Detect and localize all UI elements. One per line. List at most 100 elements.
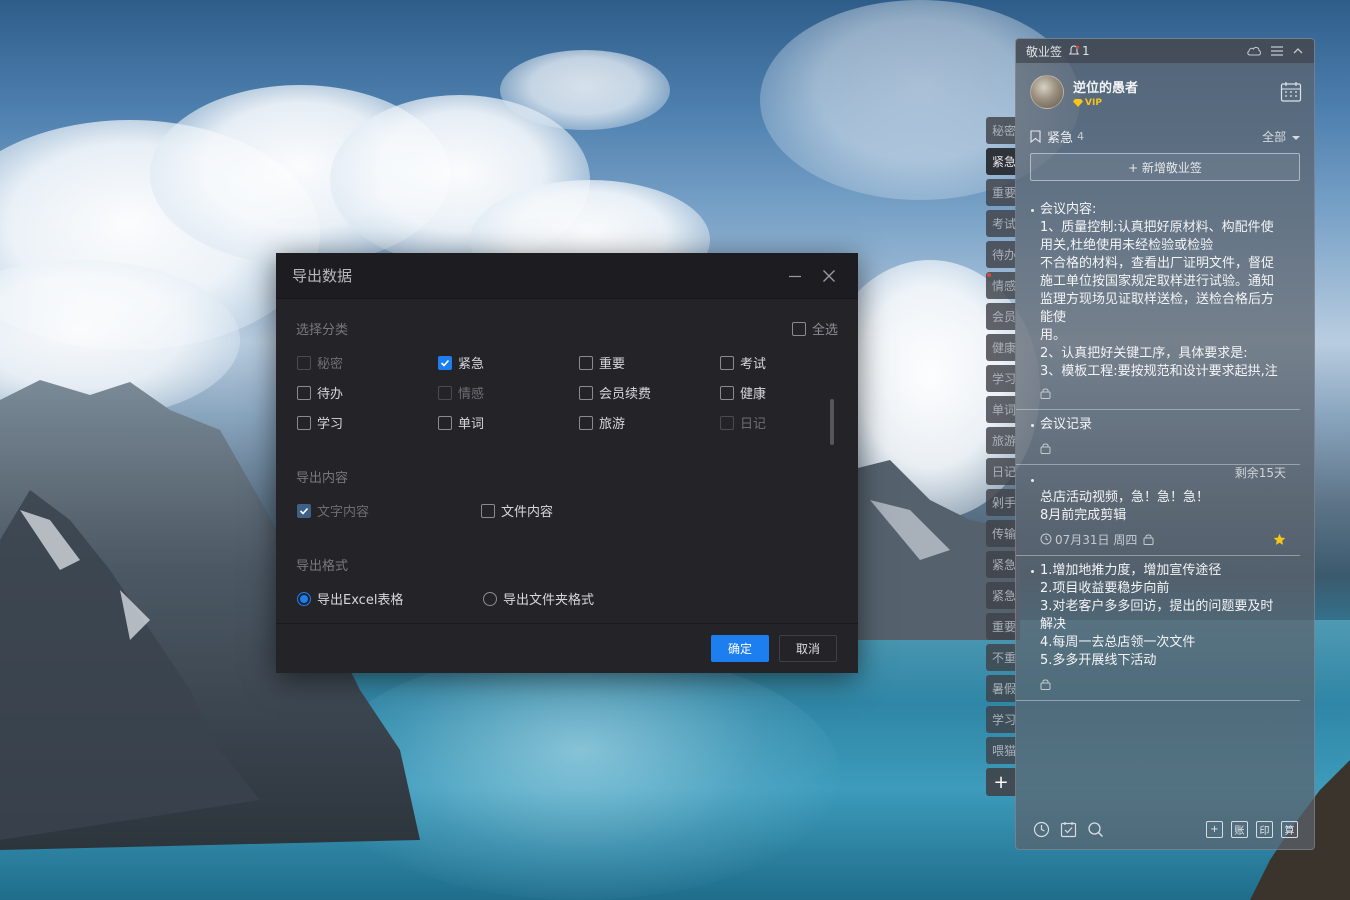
add-note-button[interactable]: + 新增敬业签 [1030, 153, 1300, 181]
checkbox-box[interactable] [720, 385, 734, 400]
tool-button-1[interactable]: 印 [1256, 820, 1273, 838]
side-tab-9[interactable]: 单词 [986, 396, 1016, 423]
radio-circle[interactable] [483, 591, 497, 606]
side-tab-17[interactable]: 不重 [986, 644, 1016, 671]
note-text: 1.增加地推力度，增加宣传途径 2.项目收益要稳步向前 3.对老客户多多回访，提… [1040, 563, 1274, 668]
side-tab-7[interactable]: 健康 [986, 334, 1016, 361]
checkbox-box[interactable] [297, 415, 311, 430]
note-item[interactable]: 会议记录 [1016, 410, 1300, 465]
side-tab-label: 紧急 [992, 589, 1016, 603]
reminder-date: 07月31日 周四 [1055, 532, 1138, 547]
checkbox-box[interactable] [792, 321, 806, 336]
category-checkbox-6[interactable]: 会员续费 [579, 383, 651, 402]
category-checkbox-11: 日记 [720, 413, 766, 432]
bookmark-icon [1030, 130, 1041, 143]
note-meta [1040, 385, 1286, 401]
side-tab-1[interactable]: 紧急 [986, 148, 1016, 175]
lock-icon[interactable] [1143, 533, 1154, 545]
side-tab-13[interactable]: 传输 [986, 520, 1016, 547]
checkbox-label: 学习 [317, 417, 344, 432]
note-meta [1040, 440, 1286, 456]
lock-icon[interactable] [1040, 442, 1051, 454]
side-tab-label: 学习 [992, 713, 1016, 727]
note-meta: 07月31日 周四 [1040, 531, 1286, 547]
tool-button-2[interactable]: 算 [1281, 820, 1298, 838]
radio-circle[interactable] [297, 591, 311, 606]
confirm-button[interactable]: 确定 [711, 635, 769, 662]
side-tab-2[interactable]: 重要 [986, 179, 1016, 206]
filter-dropdown[interactable]: 全部 [1262, 128, 1300, 145]
category-checkbox-7[interactable]: 健康 [720, 383, 766, 402]
side-tab-label: 日记 [992, 465, 1016, 479]
minimize-icon[interactable] [782, 263, 808, 289]
side-tab-0[interactable]: 秘密 [986, 117, 1016, 144]
radio-label: 导出文件夹格式 [503, 593, 595, 608]
checkbox-box[interactable] [438, 355, 452, 370]
checkbox-label: 文字内容 [317, 505, 370, 520]
side-tab-11[interactable]: 日记 [986, 458, 1016, 485]
close-icon[interactable] [816, 263, 842, 289]
side-tab-20[interactable]: 喂猫 [986, 737, 1016, 764]
panel-toolbar: + 账印算 [1016, 809, 1314, 849]
bell-icon[interactable] [1068, 45, 1080, 57]
format-section-label: 导出格式 [296, 559, 349, 574]
lock-icon[interactable] [1040, 387, 1051, 399]
side-tab-15[interactable]: 紧急 [986, 582, 1016, 609]
export-data-dialog: 导出数据 选择分类 全选 秘密 紧急 重要 考试 待办 情感 会员续费 健康 学习 单词 旅游 日记 … [276, 253, 858, 673]
checkbox-box[interactable] [481, 503, 495, 518]
clock-icon [1040, 533, 1052, 545]
side-tab-3[interactable]: 考试 [986, 210, 1016, 237]
category-checkbox-3[interactable]: 考试 [720, 353, 766, 372]
add-category-button[interactable]: + [986, 768, 1016, 796]
select-all-checkbox[interactable]: 全选 [792, 319, 838, 338]
checkbox-box[interactable] [579, 355, 593, 370]
category-checkbox-10[interactable]: 旅游 [579, 413, 625, 432]
search-icon[interactable] [1086, 820, 1104, 838]
star-icon[interactable] [1273, 533, 1286, 546]
side-tab-16[interactable]: 重要 [986, 613, 1016, 640]
note-item[interactable]: 剩余15天 总店活动视频，急！急！急！ 8月前完成剪辑 07月31日 周四 [1016, 465, 1300, 556]
side-tab-8[interactable]: 学习 [986, 365, 1016, 392]
add-icon[interactable]: + [1206, 820, 1223, 838]
side-tab-19[interactable]: 学习 [986, 706, 1016, 733]
checkbox-box[interactable] [438, 415, 452, 430]
task-icon[interactable] [1059, 820, 1077, 838]
clock-icon[interactable] [1032, 820, 1050, 838]
note-item[interactable]: 会议内容: 1、质量控制:认真把好原材料、构配件使用关,杜绝使用未经检验或检验 … [1016, 195, 1300, 410]
tool-button-0[interactable]: 账 [1231, 820, 1248, 838]
note-text: 会议内容: 1、质量控制:认真把好原材料、构配件使用关,杜绝使用未经检验或检验 … [1040, 202, 1278, 379]
avatar[interactable] [1030, 75, 1064, 109]
menu-icon[interactable] [1270, 45, 1284, 57]
lock-icon[interactable] [1040, 678, 1051, 690]
collapse-icon[interactable] [1292, 45, 1304, 57]
dialog-footer: 确定 取消 [276, 623, 858, 673]
checkbox-box[interactable] [297, 385, 311, 400]
side-tab-6[interactable]: 会员 [986, 303, 1016, 330]
side-tab-5[interactable]: 情感 [986, 272, 1016, 299]
format-radio-1[interactable]: 导出文件夹格式 [483, 589, 594, 608]
side-tab-12[interactable]: 剁手 [986, 489, 1016, 516]
checkbox-box[interactable] [579, 415, 593, 430]
cancel-button[interactable]: 取消 [779, 635, 837, 662]
side-tab-18[interactable]: 暑假 [986, 675, 1016, 702]
side-tab-14[interactable]: 紧急 [986, 551, 1016, 578]
vip-badge: VIP [1073, 98, 1280, 108]
side-tab-label: 重要 [992, 620, 1016, 634]
category-checkbox-9[interactable]: 单词 [438, 413, 484, 432]
cloud-sync-icon[interactable] [1246, 45, 1262, 57]
category-checkbox-8[interactable]: 学习 [297, 413, 343, 432]
vip-label: VIP [1085, 97, 1102, 108]
checkbox-box[interactable] [579, 385, 593, 400]
category-scrollbar[interactable] [830, 399, 834, 445]
format-radio-0[interactable]: 导出Excel表格 [297, 589, 403, 608]
calendar-icon[interactable] [1280, 81, 1302, 103]
category-checkbox-1[interactable]: 紧急 [438, 353, 484, 372]
checkbox-box[interactable] [720, 355, 734, 370]
dialog-title: 导出数据 [292, 267, 353, 285]
side-tab-10[interactable]: 旅游 [986, 427, 1016, 454]
category-checkbox-2[interactable]: 重要 [579, 353, 625, 372]
note-item[interactable]: 1.增加地推力度，增加宣传途径 2.项目收益要稳步向前 3.对老客户多多回访，提… [1016, 556, 1300, 701]
content-option-checkbox-1[interactable]: 文件内容 [481, 501, 553, 520]
side-tab-4[interactable]: 待办 [986, 241, 1016, 268]
category-checkbox-4[interactable]: 待办 [297, 383, 343, 402]
